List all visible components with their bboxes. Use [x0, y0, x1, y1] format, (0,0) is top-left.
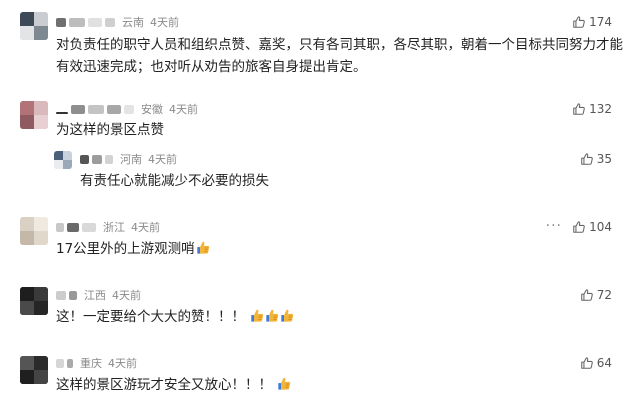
comment-time: 4天前: [150, 16, 179, 29]
more-options-button[interactable]: ···: [546, 218, 562, 234]
like-button[interactable]: 35: [580, 152, 612, 166]
comment-location: 云南: [122, 16, 144, 29]
like-count: 35: [596, 152, 612, 166]
comment-time: 4天前: [112, 289, 141, 302]
like-count: 104: [589, 220, 612, 234]
comment-meta: 云南 4天前: [56, 13, 179, 31]
thumbs-up-outline-icon: [572, 102, 586, 116]
like-button[interactable]: 174: [572, 15, 612, 29]
thumbs-up-outline-icon: [580, 288, 594, 302]
comment-text: 这样的景区游玩才安全又放心！！！: [56, 374, 291, 396]
comment-meta: 浙江 4天前: [56, 218, 160, 236]
username-blurred[interactable]: [56, 222, 64, 232]
avatar[interactable]: [20, 101, 48, 129]
comment-text: 对负责任的职守人员和组织点赞、嘉奖，只有各司其职，各尽其职，朝着一个目标共同努力…: [56, 37, 623, 75]
like-button[interactable]: 132: [572, 102, 612, 116]
like-button[interactable]: 64: [580, 356, 612, 370]
like-count: 64: [596, 356, 612, 370]
comment-location: 浙江: [103, 221, 125, 234]
avatar[interactable]: [20, 287, 48, 315]
username-blurred[interactable]: [80, 154, 89, 164]
username-blurred[interactable]: [56, 17, 66, 27]
comment-time: 4天前: [108, 357, 137, 370]
comment-location: 重庆: [80, 357, 102, 370]
thumbs-up-emoji-icon: [196, 240, 210, 255]
like-count: 132: [589, 102, 612, 116]
like-button[interactable]: 72: [580, 288, 612, 302]
avatar[interactable]: [20, 356, 48, 384]
thumbs-up-outline-icon: [580, 356, 594, 370]
comment-time: 4天前: [169, 103, 198, 116]
username-blurred[interactable]: [56, 290, 66, 300]
avatar[interactable]: [20, 217, 48, 245]
avatar[interactable]: [54, 151, 72, 169]
comment-meta: 河南 4天前: [80, 150, 177, 168]
thumbs-up-outline-icon: [580, 152, 594, 166]
thumbs-up-emoji-icon: [280, 308, 294, 323]
thumbs-up-emoji-icon: [265, 308, 279, 323]
comment-text: 有责任心就能减少不必要的损失: [80, 173, 269, 189]
comment-text: 为这样的景区点赞: [56, 122, 164, 138]
comment-text: 17公里外的上游观测哨: [56, 238, 210, 260]
username-blurred[interactable]: [56, 358, 64, 368]
like-button[interactable]: 104: [572, 220, 612, 234]
like-count: 72: [596, 288, 612, 302]
thumbs-up-outline-icon: [572, 220, 586, 234]
comment-location: 安徽: [141, 103, 163, 116]
comment-text: 这！一定要给个大大的赞！！！: [56, 306, 294, 328]
avatar[interactable]: [20, 12, 48, 40]
comment-location: 河南: [120, 153, 142, 166]
comment-location: 江西: [84, 289, 106, 302]
comment-time: 4天前: [148, 153, 177, 166]
comment-meta: 重庆 4天前: [56, 354, 137, 372]
comment-meta: 安徽 4天前: [56, 100, 198, 118]
like-count: 174: [589, 15, 612, 29]
comment-meta: 江西 4天前: [56, 286, 141, 304]
thumbs-up-outline-icon: [572, 15, 586, 29]
thumbs-up-emoji-icon: [277, 376, 291, 391]
comment-time: 4天前: [131, 221, 160, 234]
username-blurred[interactable]: [56, 112, 68, 114]
thumbs-up-emoji-icon: [250, 308, 264, 323]
